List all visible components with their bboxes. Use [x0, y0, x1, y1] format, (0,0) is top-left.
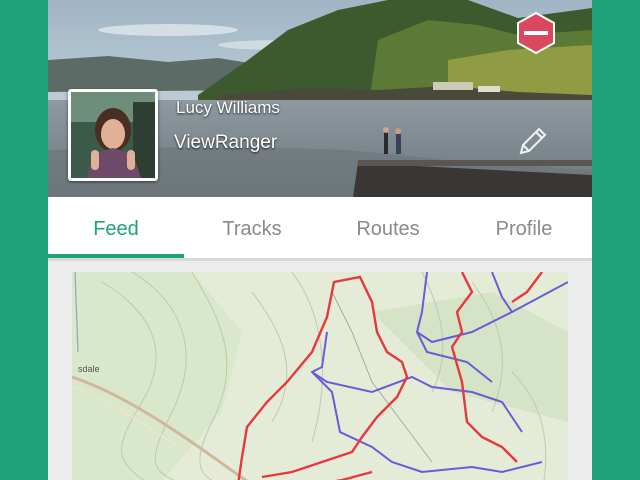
user-name: Lucy Williams	[176, 98, 280, 117]
tab-label: Profile	[495, 217, 553, 240]
app-screen: Lucy Williams ViewRanger Feed Tracks Rou…	[48, 0, 592, 480]
divider	[48, 258, 592, 261]
map-place-label: sdale	[78, 364, 100, 374]
tab-profile[interactable]: Profile	[456, 197, 592, 261]
tab-tracks[interactable]: Tracks	[184, 197, 320, 261]
tab-label: Tracks	[222, 217, 282, 240]
avatar[interactable]	[68, 89, 158, 181]
organization-name: ViewRanger	[174, 132, 278, 153]
hexagon-badge-icon[interactable]	[515, 12, 557, 54]
tab-bar: Feed Tracks Routes Profile	[48, 197, 592, 261]
tab-label: Routes	[356, 217, 420, 240]
tab-label: Feed	[93, 217, 139, 240]
tab-feed[interactable]: Feed	[48, 197, 184, 261]
pencil-icon[interactable]	[514, 124, 550, 160]
feed-map-card[interactable]: sdale	[72, 272, 568, 480]
tab-routes[interactable]: Routes	[320, 197, 456, 261]
